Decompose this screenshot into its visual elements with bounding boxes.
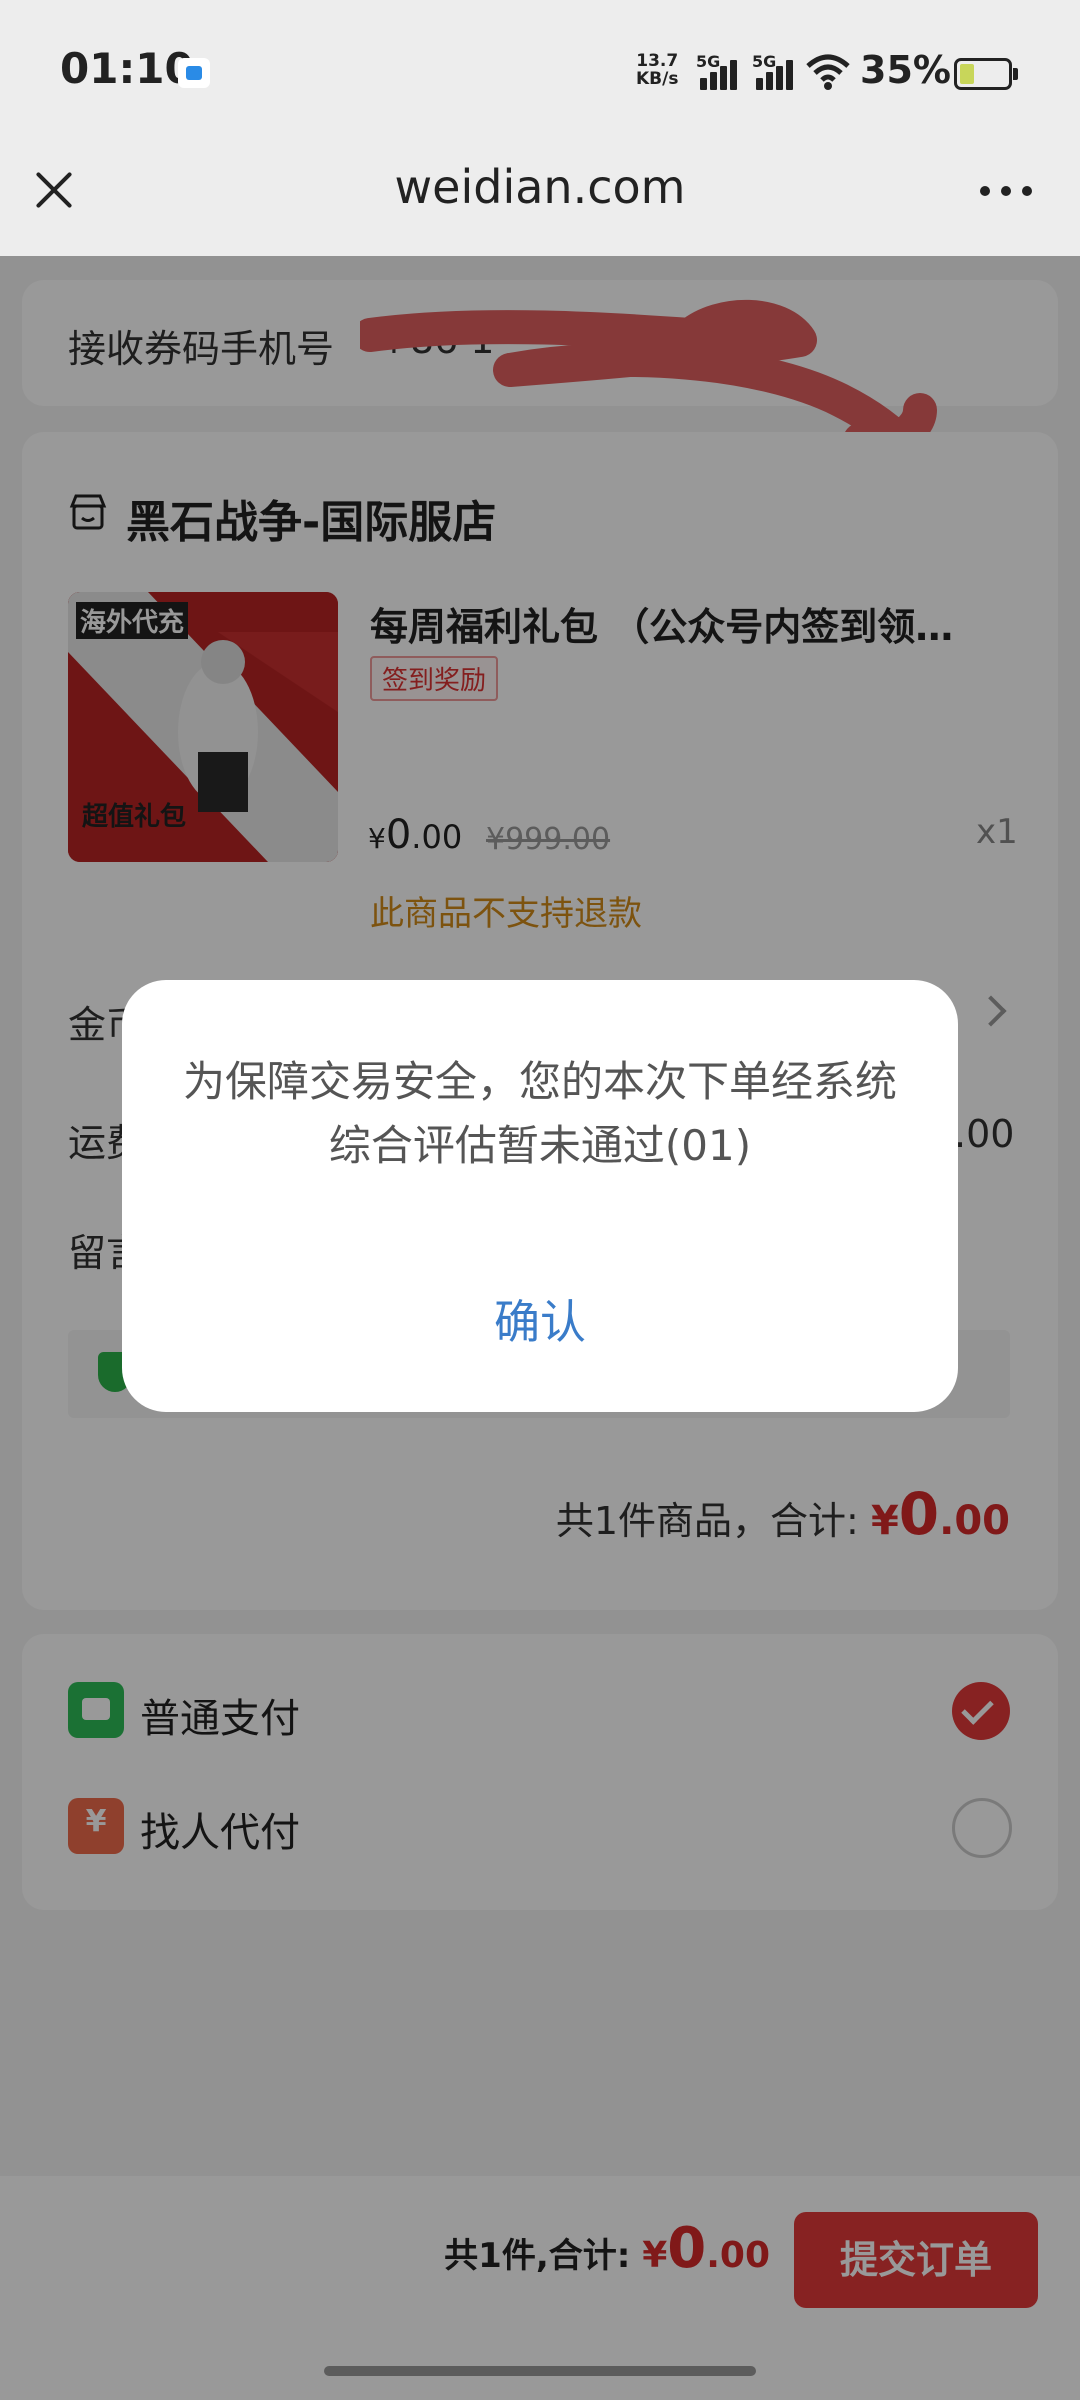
battery-icon [954, 58, 1018, 90]
dialog-confirm-button[interactable]: 确认 [122, 1286, 958, 1352]
dialog-message: 为保障交易安全，您的本次下单经系统综合评估暂未通过(01) [182, 1057, 897, 1170]
page-title: weidian.com [394, 160, 686, 214]
app-notification-icon [178, 58, 210, 88]
signal-sim1-icon: 5G [696, 52, 750, 90]
network-speed-value: 13.7 [636, 51, 679, 71]
sim2-label: 5G [752, 52, 777, 71]
more-dots-icon[interactable] [976, 176, 1036, 204]
network-speed: 13.7 KB/s [636, 52, 678, 88]
network-speed-unit: KB/s [636, 69, 679, 89]
signal-sim2-icon: 5G [752, 52, 806, 90]
battery-percent: 35% [860, 48, 951, 92]
sim1-label: 5G [696, 52, 721, 71]
status-time: 01:10 [60, 44, 194, 93]
wifi-icon [806, 54, 850, 90]
